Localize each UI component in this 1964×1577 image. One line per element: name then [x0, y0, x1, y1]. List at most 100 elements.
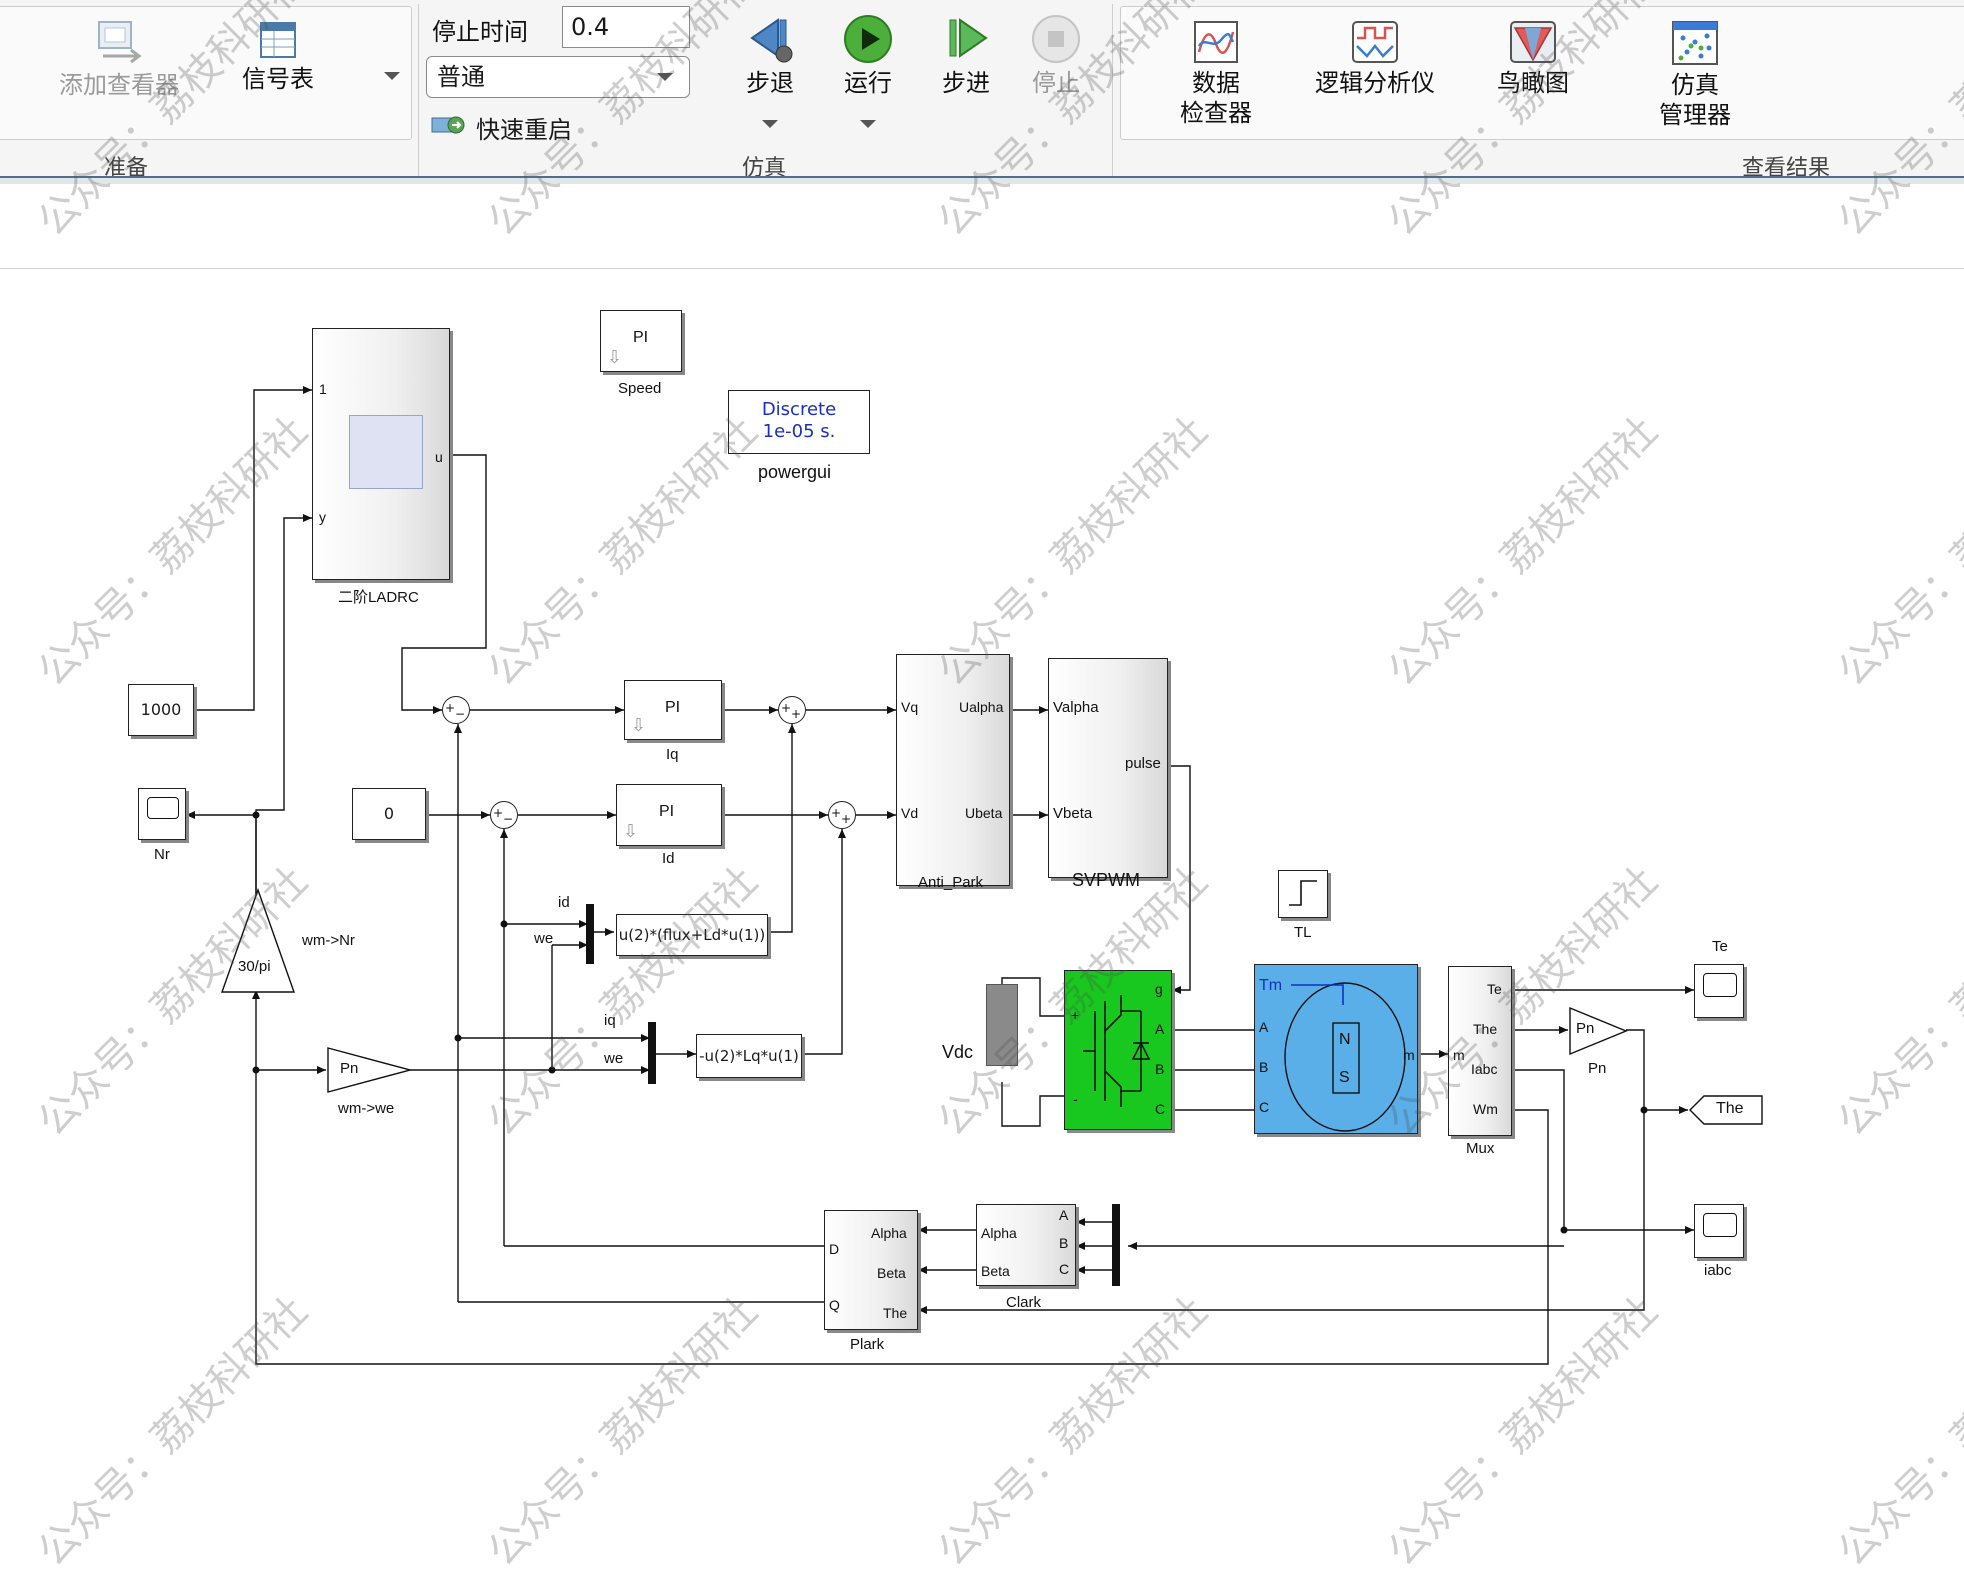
mux-bar-q[interactable]	[586, 904, 594, 964]
signal-line	[1498, 1069, 1694, 1234]
scope-nr-block[interactable]	[138, 788, 186, 840]
bus-selector-name: Mux	[1466, 1140, 1495, 1157]
junction-dot	[500, 920, 508, 928]
birdseye-button[interactable]: 鸟瞰图	[1478, 20, 1588, 98]
motor-pole-s: S	[1339, 1069, 1350, 1086]
speed-pi-name: Speed	[618, 380, 662, 397]
fcn-q-block[interactable]: u(2)*(flux+Ld*u(1))	[616, 914, 768, 956]
motor-port-m: m	[1403, 1047, 1415, 1063]
run-button[interactable]: 运行	[832, 14, 904, 128]
svpwm-port-valpha: Valpha	[1053, 699, 1099, 716]
motor-port-b: B	[1259, 1059, 1269, 1075]
pi-iq-block[interactable]: PI ⇩	[624, 680, 722, 740]
fcn-d-block[interactable]: -u(2)*Lq*u(1)	[696, 1034, 802, 1078]
clark-port-beta: Beta	[981, 1263, 1010, 1279]
logic-analyzer-button[interactable]: 逻辑分析仪	[1300, 20, 1450, 98]
sum-vq-block[interactable]: + +	[778, 696, 806, 724]
plark-name: Plark	[850, 1336, 885, 1353]
motor-port-tm: Tm	[1259, 977, 1283, 994]
sum-sign: −	[503, 812, 514, 826]
scope-iabc-block[interactable]	[1694, 1204, 1744, 1258]
bus-selector-block[interactable]: m Te The Iabc Wm	[1448, 966, 1512, 1136]
constant-0-block[interactable]: 0	[352, 788, 426, 840]
add-viewer-icon	[98, 21, 142, 64]
fcn-d-text: -u(2)*Lq*u(1)	[699, 1047, 799, 1065]
plark-block[interactable]: D Q Alpha Beta The	[824, 1210, 918, 1330]
clark-block[interactable]: Alpha Beta A B C	[976, 1204, 1076, 1286]
simulation-manager-button[interactable]: 仿真 管理器	[1640, 20, 1750, 130]
junction-dot	[548, 1066, 556, 1074]
sum-sign: +	[781, 701, 792, 715]
anti-park-port-vd: Vd	[901, 805, 919, 821]
model-canvas[interactable]: 1 y u 二阶LADRC PI ⇩ Speed Discrete 1e-05 …	[0, 268, 1964, 1432]
bus-port-m: m	[1453, 1047, 1465, 1063]
simulation-manager-label-1: 仿真	[1671, 71, 1719, 99]
add-viewer-label: 添加查看器	[59, 71, 179, 99]
constant-1000-block[interactable]: 1000	[128, 684, 194, 736]
data-inspector-label-1: 数据	[1192, 69, 1240, 97]
stop-button[interactable]: 停止	[1020, 14, 1092, 98]
scope-te-block[interactable]	[1694, 964, 1744, 1018]
run-icon	[844, 15, 892, 63]
speed-pi-block[interactable]: PI ⇩	[600, 310, 682, 372]
signal-table-icon	[260, 22, 296, 58]
section-divider	[1112, 4, 1113, 176]
signal-table-button[interactable]: 信号表	[228, 20, 328, 94]
svpwm-block[interactable]: Valpha Vbeta pulse	[1048, 658, 1168, 878]
ladrc-port-in1: 1	[319, 381, 327, 397]
svpwm-port-pulse: pulse	[1125, 755, 1161, 772]
inverter-block[interactable]: g A B C + -	[1064, 970, 1172, 1130]
demux-bar[interactable]	[1112, 1204, 1120, 1286]
stop-time-input[interactable]: 0.4	[562, 6, 690, 48]
step-back-button[interactable]: 步退	[734, 16, 806, 128]
gain-pn-we-name: wm->we	[338, 1100, 395, 1117]
simulation-mode-select[interactable]: 普通	[426, 56, 690, 98]
sum-sign: +	[791, 707, 802, 721]
ladrc-port-in2: y	[319, 509, 326, 525]
stop-label: 停止	[1032, 69, 1080, 97]
section-divider	[418, 4, 419, 176]
gain-pn-we-block[interactable]	[326, 1046, 412, 1094]
data-inspector-label-2: 检查器	[1180, 99, 1252, 127]
svpwm-name: SVPWM	[1072, 870, 1141, 890]
mux-bar-d[interactable]	[648, 1022, 656, 1084]
data-inspector-button[interactable]: 数据 检查器	[1166, 20, 1266, 128]
mux-label-id: id	[558, 894, 570, 911]
data-inspector-icon	[1194, 21, 1238, 63]
powergui-line2: 1e-05 s.	[762, 421, 836, 442]
inverter-port-g: g	[1155, 981, 1163, 997]
ladrc-subsystem-block[interactable]: 1 y u	[312, 328, 450, 580]
stop-time-label: 停止时间	[432, 18, 528, 46]
junction-dot	[1640, 1106, 1648, 1114]
step-forward-button[interactable]: 步进	[930, 16, 1002, 98]
powergui-block[interactable]: Discrete 1e-05 s.	[728, 390, 870, 454]
anti-park-port-vq: Vq	[901, 699, 919, 715]
sum-sign: +	[831, 806, 842, 820]
sum-d-block[interactable]: + −	[490, 801, 518, 829]
motor-port-a: A	[1259, 1019, 1269, 1035]
plark-port-the: The	[883, 1305, 908, 1321]
vdc-source-block[interactable]	[986, 984, 1018, 1066]
run-label: 运行	[844, 69, 892, 97]
add-viewer-button[interactable]: 添加查看器	[44, 20, 194, 100]
gain-30pi-block[interactable]	[220, 888, 296, 994]
ladrc-port-out: u	[435, 449, 443, 465]
simulation-manager-icon	[1672, 21, 1718, 65]
ladrc-block-name: 二阶LADRC	[338, 589, 419, 606]
mux-label-we: we	[534, 930, 554, 947]
tl-step-block[interactable]	[1278, 870, 1328, 918]
power-line	[1001, 1082, 1064, 1127]
constant-0-value: 0	[383, 804, 395, 823]
junction-dot	[454, 1034, 462, 1042]
scope-icon	[1703, 973, 1737, 997]
prepare-gallery-expand-button[interactable]	[374, 58, 410, 94]
anti-park-block[interactable]: Vq Vd Ualpha Ubeta	[896, 654, 1010, 886]
logic-analyzer-label: 逻辑分析仪	[1315, 69, 1435, 97]
sum-vd-block[interactable]: + +	[828, 801, 856, 829]
junction-dot	[1560, 1226, 1568, 1234]
pi-id-block[interactable]: PI ⇩	[616, 784, 722, 846]
pi-id-name: Id	[662, 850, 675, 867]
pmsm-motor-block[interactable]: Tm A B C m N S	[1254, 964, 1418, 1134]
fast-restart-toggle[interactable]: 快速重启	[430, 108, 580, 144]
sum-q-block[interactable]: + −	[442, 696, 470, 724]
